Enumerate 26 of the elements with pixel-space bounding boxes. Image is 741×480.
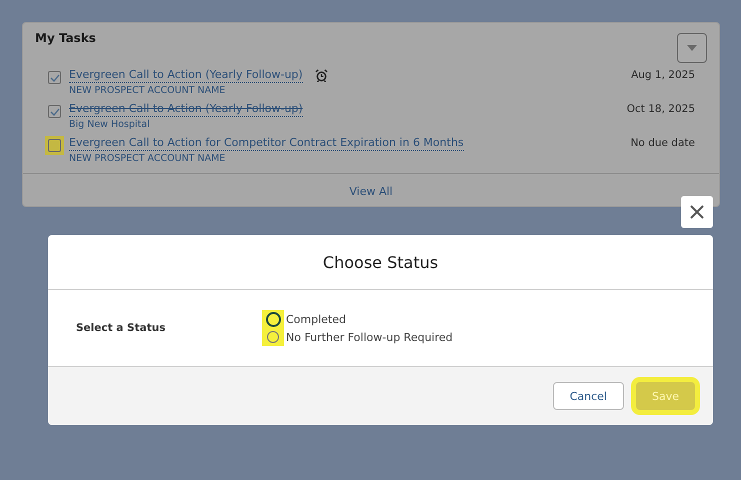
account-link[interactable]: NEW PROSPECT ACCOUNT NAME — [69, 151, 631, 167]
account-link[interactable]: Big New Hospital — [69, 117, 627, 133]
task-link[interactable]: Evergreen Call to Action (Yearly Follow-up) — [69, 101, 303, 117]
task-link[interactable]: Evergreen Call to Action for Competitor Contract Expiration in 6 Months — [69, 135, 464, 151]
dialog-title: Choose Status — [322, 252, 438, 272]
close-icon — [689, 204, 705, 220]
cancel-button[interactable]: Cancel — [552, 382, 624, 410]
view-all-link[interactable]: View All — [349, 185, 393, 198]
due-date: Aug 1, 2025 — [631, 69, 695, 81]
checkmark-icon — [50, 108, 60, 116]
task-checkbox[interactable] — [48, 139, 61, 152]
radio-label[interactable]: No Further Follow-up Required — [286, 330, 453, 344]
task-checkbox[interactable] — [48, 71, 61, 84]
radio-button[interactable] — [267, 331, 279, 343]
checkmark-icon — [50, 74, 60, 82]
radio-label[interactable]: Completed — [286, 312, 346, 326]
account-link[interactable]: NEW PROSPECT ACCOUNT NAME — [69, 83, 632, 99]
task-checkbox[interactable] — [48, 105, 61, 118]
due-date: Oct 18, 2025 — [626, 103, 695, 115]
task-link[interactable]: Evergreen Call to Action (Yearly Follow-up) — [69, 67, 303, 83]
close-button[interactable] — [681, 196, 713, 228]
due-date: No due date — [630, 137, 695, 149]
field-label: Select a Status — [76, 322, 166, 334]
caret-icon — [687, 45, 697, 51]
card-title: My Tasks — [35, 31, 96, 47]
dropdown-button[interactable] — [677, 33, 707, 63]
